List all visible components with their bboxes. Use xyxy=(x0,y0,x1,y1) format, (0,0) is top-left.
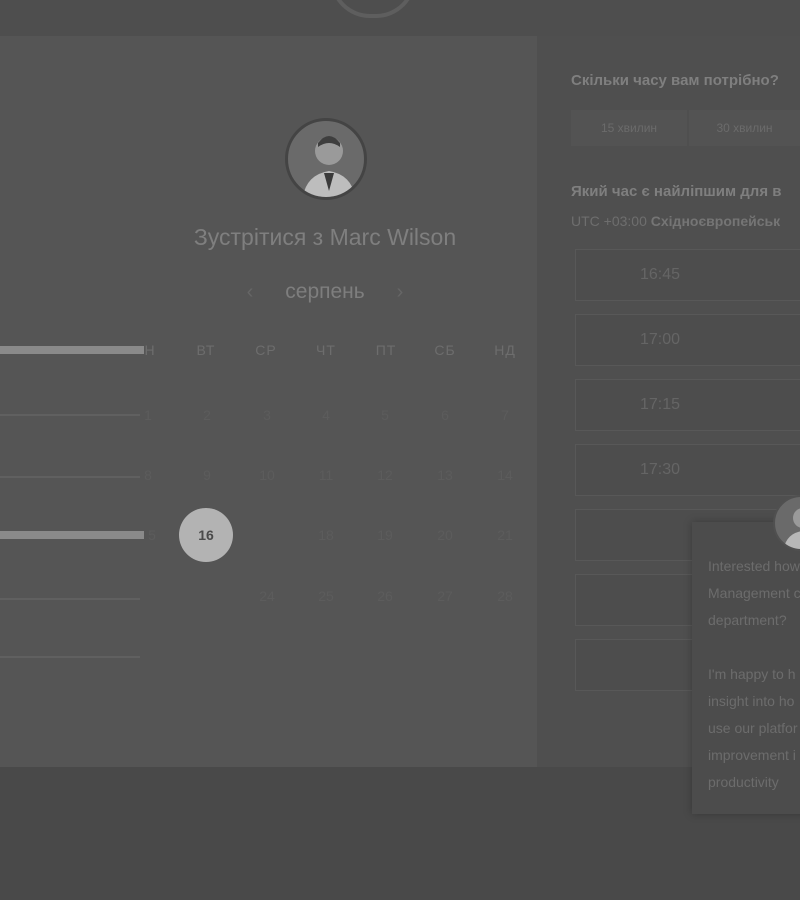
chat-message: Interested how Management c department? … xyxy=(708,553,800,796)
time-slot[interactable]: 17:15 xyxy=(575,379,800,431)
weekday-label: СБ xyxy=(434,342,456,358)
chat-message-line: department? xyxy=(708,612,787,628)
chat-message-line: I'm happy to h xyxy=(708,666,796,682)
calendar-day[interactable]: 13 xyxy=(418,448,472,502)
calendar-day[interactable]: 5 xyxy=(358,388,412,442)
calendar-day[interactable]: 3 xyxy=(240,388,294,442)
weekday-label: ВТ xyxy=(196,342,216,358)
calendar-day[interactable]: 21 xyxy=(478,508,532,562)
chat-message-line: Interested how xyxy=(708,558,800,574)
meeting-title: Зустрітися з Marc Wilson xyxy=(0,224,650,251)
duration-option-15[interactable]: 15 хвилин xyxy=(571,110,687,146)
logo-bubble-icon xyxy=(330,0,416,18)
calendar-day[interactable]: 8 xyxy=(121,448,175,502)
page-footer xyxy=(0,767,800,900)
calendar-day[interactable]: 18 xyxy=(299,508,353,562)
host-avatar xyxy=(285,118,367,200)
calendar-day[interactable]: 26 xyxy=(358,569,412,623)
calendar-day[interactable]: 20 xyxy=(418,508,472,562)
calendar-day[interactable]: 1 xyxy=(121,388,175,442)
calendar-day[interactable]: 4 xyxy=(299,388,353,442)
time-question: Який час є найліпшим для в xyxy=(571,183,782,200)
weekday-label: НД xyxy=(494,342,516,358)
calendar-day[interactable]: 6 xyxy=(418,388,472,442)
month-navigator: ‹ серпень › xyxy=(240,277,410,307)
chat-message-line: improvement i xyxy=(708,747,796,763)
time-slot-label: 16:45 xyxy=(639,266,681,283)
timezone-offset: UTC +03:00 xyxy=(571,213,647,229)
calendar-day[interactable] xyxy=(240,508,294,562)
weekday-label: ЧТ xyxy=(316,342,336,358)
time-slot-label: 17:30 xyxy=(639,461,681,478)
timezone-name: Східноєвропейськ xyxy=(650,213,781,229)
row-divider xyxy=(0,414,140,416)
calendar-day[interactable]: 27 xyxy=(418,569,472,623)
week-highlight-bar xyxy=(0,531,144,539)
duration-question: Скільки часу вам потрібно? xyxy=(571,72,779,89)
calendar-day[interactable]: 2 xyxy=(180,388,234,442)
weekday-label: Н xyxy=(144,342,156,358)
row-divider xyxy=(0,656,140,658)
chat-message-line: insight into ho xyxy=(708,693,795,709)
calendar-day[interactable]: 25 xyxy=(299,569,353,623)
calendar-day[interactable]: 28 xyxy=(478,569,532,623)
time-slot[interactable]: 17:00 xyxy=(575,314,800,366)
time-slot[interactable]: 17:30 xyxy=(575,444,800,496)
host-name: Marc Wilson xyxy=(329,224,457,250)
weekday-label: СР xyxy=(255,342,277,358)
time-slot-label: 17:15 xyxy=(639,396,681,413)
time-slot[interactable]: 16:45 xyxy=(575,249,800,301)
calendar-day-selected[interactable]: 16 xyxy=(179,508,233,562)
calendar-day[interactable]: 7 xyxy=(478,388,532,442)
top-bar xyxy=(0,0,800,36)
week-highlight-bar xyxy=(0,346,144,354)
calendar-day[interactable]: 14 xyxy=(478,448,532,502)
meeting-title-prefix: Зустрітися з xyxy=(193,224,324,250)
calendar-day[interactable]: 12 xyxy=(358,448,412,502)
timezone-label[interactable]: UTC +03:00 Східноєвропейськ xyxy=(571,213,780,229)
calendar-day[interactable]: 5 xyxy=(125,508,179,562)
row-divider xyxy=(0,476,140,478)
calendar-day[interactable]: 24 xyxy=(240,569,294,623)
chevron-left-icon[interactable]: ‹ xyxy=(240,281,260,304)
time-slot-label: 17:00 xyxy=(639,331,681,348)
calendar-day[interactable]: 11 xyxy=(299,448,353,502)
chat-message-line: use our platfor xyxy=(708,720,798,736)
calendar-day[interactable]: 9 xyxy=(180,448,234,502)
chevron-right-icon[interactable]: › xyxy=(390,281,410,304)
calendar-day[interactable]: 19 xyxy=(358,508,412,562)
month-label: серпень xyxy=(285,280,365,303)
calendar-day[interactable]: 10 xyxy=(240,448,294,502)
duration-option-30[interactable]: 30 хвилин xyxy=(689,110,800,146)
weekday-label: ПТ xyxy=(375,342,397,358)
chat-message-line: productivity xyxy=(708,774,779,790)
row-divider xyxy=(0,598,140,600)
chat-message-line: Management c xyxy=(708,585,800,601)
